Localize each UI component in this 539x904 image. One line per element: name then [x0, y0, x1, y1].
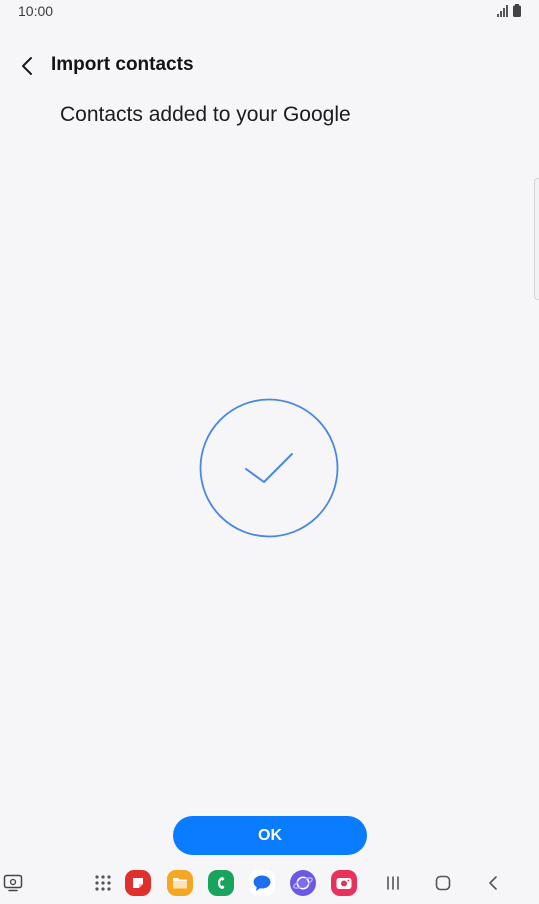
success-graphic: [199, 398, 339, 538]
edge-panel-handle[interactable]: [534, 178, 539, 300]
ok-button[interactable]: OK: [173, 816, 367, 855]
status-time: 10:00: [18, 3, 54, 19]
app-drawer-button[interactable]: [89, 869, 117, 897]
taskbar-toggle-icon: [3, 874, 23, 892]
signal-icon: [497, 4, 508, 17]
back-button[interactable]: [12, 50, 44, 82]
internet-app-button[interactable]: [289, 869, 317, 897]
notes-app-icon: [125, 870, 151, 896]
files-app-icon: [167, 870, 193, 896]
recents-icon: [387, 876, 399, 890]
app-header: Import contacts: [0, 44, 539, 86]
recents-button[interactable]: [379, 869, 407, 897]
phone-app-button[interactable]: [207, 869, 235, 897]
chevron-left-icon: [22, 57, 32, 75]
navigation-bar: [0, 862, 539, 904]
app-drawer-icon: [95, 875, 111, 891]
home-icon: [435, 875, 451, 891]
battery-icon: [513, 4, 521, 17]
messages-app-button[interactable]: [248, 869, 276, 897]
files-app-button[interactable]: [166, 869, 194, 897]
camera-app-icon: [331, 870, 357, 896]
status-bar: 10:00: [0, 0, 539, 24]
status-message: Contacts added to your Google: [60, 103, 351, 126]
notes-app-button[interactable]: [124, 869, 152, 897]
messages-app-icon: [249, 870, 275, 896]
check-circle-icon: [199, 398, 339, 538]
internet-app-icon: [290, 870, 316, 896]
status-icons: [497, 4, 521, 17]
camera-app-button[interactable]: [330, 869, 358, 897]
home-button[interactable]: [429, 869, 457, 897]
taskbar-toggle-button[interactable]: [0, 869, 27, 897]
phone-app-icon: [208, 870, 234, 896]
nav-back-icon: [489, 876, 497, 890]
nav-back-button[interactable]: [479, 869, 507, 897]
page-title: Import contacts: [51, 54, 194, 75]
